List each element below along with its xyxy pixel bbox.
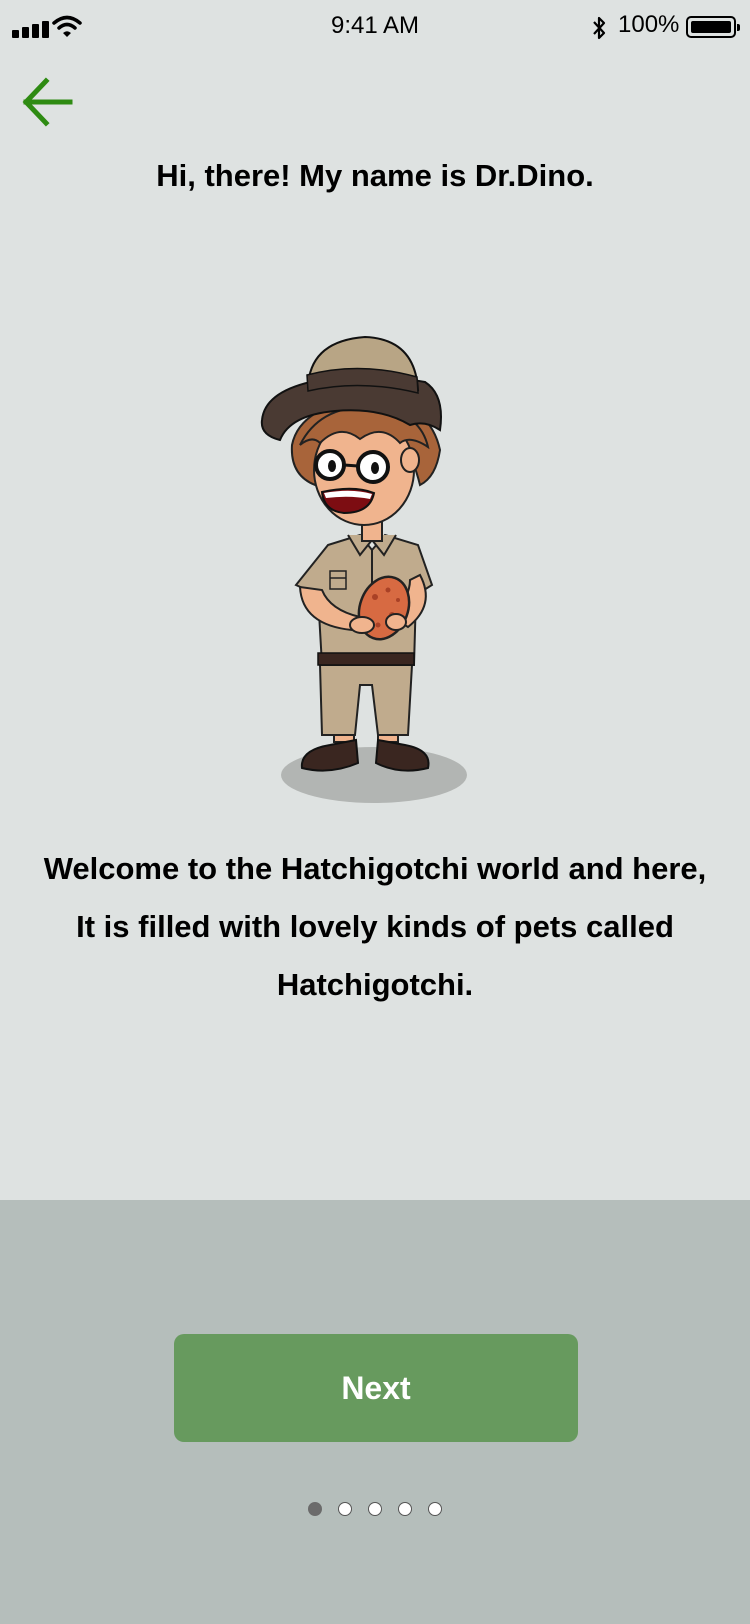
welcome-line: Welcome to the Hatchigotchi world and he… [43,851,707,886]
back-button[interactable] [18,74,74,130]
dr-dino-illustration [260,335,467,803]
page-title: Hi, there! My name is Dr.Dino. [156,158,594,193]
page-dot-1[interactable] [308,1502,322,1516]
status-bar: 9:41 AM 100% [0,0,750,56]
page-dot-2[interactable] [338,1502,352,1516]
arrow-left-icon [22,77,73,127]
page-indicator [0,1502,750,1516]
welcome-line: It is filled with lovely kinds of pets c… [76,909,674,944]
page-dot-4[interactable] [398,1502,412,1516]
battery-icon [686,16,740,38]
page-dot-5[interactable] [428,1502,442,1516]
page-dot-3[interactable] [368,1502,382,1516]
next-button[interactable]: Next [174,1334,578,1442]
welcome-line: Hatchigotchi. [276,967,474,1002]
bluetooth-icon [593,16,606,40]
welcome-message: Welcome to the Hatchigotchi world and he… [25,840,725,1014]
battery-percentage: 100% [618,11,680,38]
